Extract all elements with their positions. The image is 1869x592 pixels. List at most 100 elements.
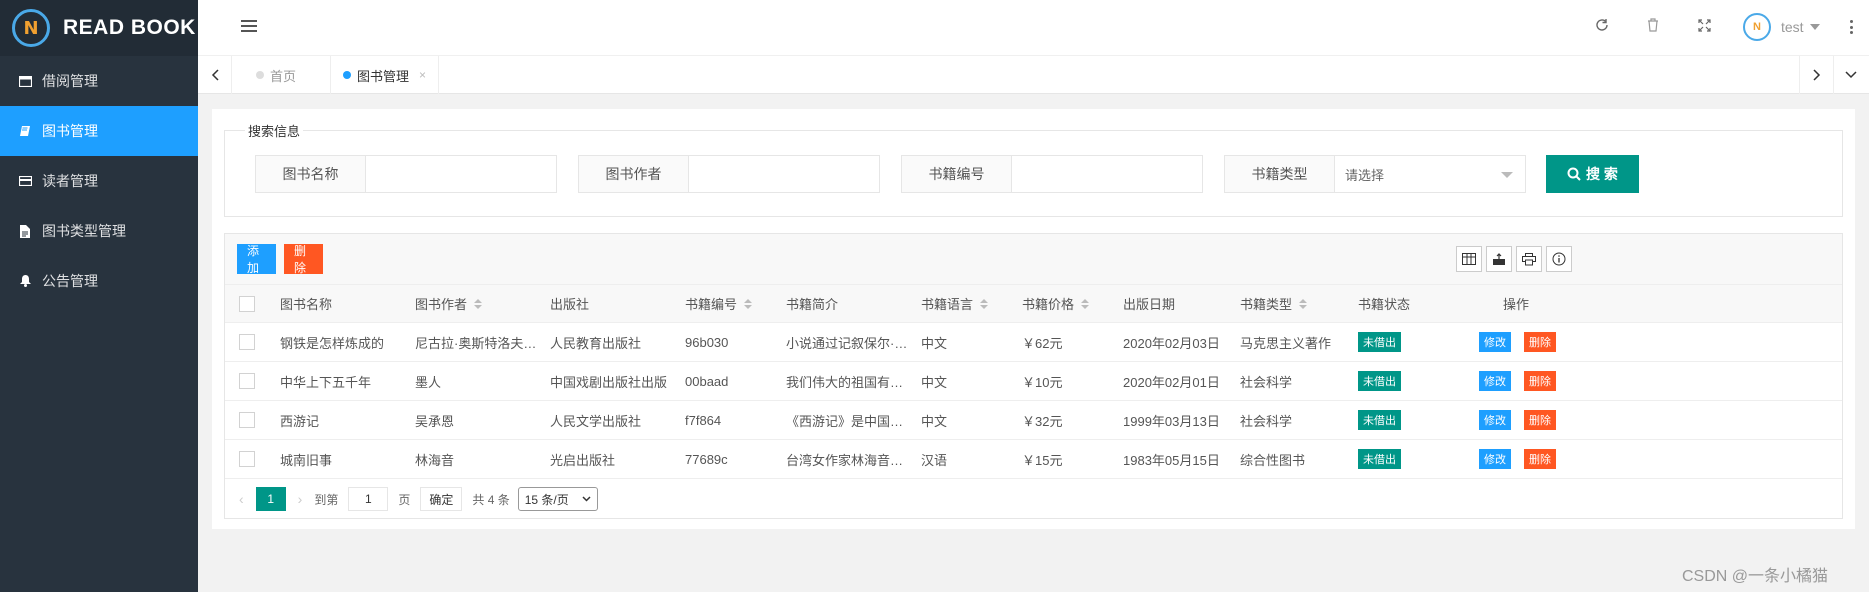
more-vertical-icon[interactable] [1850,18,1856,36]
tab-book-management[interactable]: 图书管理 × [330,56,440,94]
app-title: READ BOOK [63,16,196,39]
goto-page-input[interactable]: 1 [348,487,389,511]
sidebar-item-readers[interactable]: 读者管理 [0,156,198,206]
trash-icon[interactable] [1644,18,1662,36]
search-button[interactable]: 搜 索 [1546,155,1639,193]
col-header-sortable[interactable]: 书籍编号 [685,285,753,322]
fullscreen-icon[interactable] [1695,18,1713,36]
tabs-scroll-left-icon[interactable] [198,56,232,94]
sidebar-item-books[interactable]: 图书管理 [0,106,198,156]
cell-publisher: 光启出版社 [550,452,616,468]
field-label: 图书名称 [256,156,366,192]
sidebar-item-notices[interactable]: 公告管理 [0,256,198,306]
book-author-input[interactable] [689,156,879,192]
goto-prefix: 到第 [314,492,339,507]
cell-date: 1999年03月13日 [1123,413,1220,429]
col-header: 书籍状态 [1358,297,1411,312]
next-page-icon[interactable]: › [298,491,303,507]
cell-name: 中华上下五千年 [280,374,372,390]
export-icon[interactable] [1486,246,1512,272]
per-page-select[interactable]: 15 条/页 [517,487,598,511]
goto-confirm-button[interactable]: 确定 [420,487,463,511]
select-all-cell [239,285,255,322]
status-badge: 未借出 [1358,410,1401,430]
col-header-sortable[interactable]: 图书作者 [415,285,483,322]
delete-button[interactable]: 删除 [1524,332,1556,352]
delete-button[interactable]: 删除 [1524,371,1556,391]
field-label: 书籍编号 [902,156,1012,192]
cell-lang: 中文 [921,374,948,390]
prev-page-icon[interactable]: ‹ [239,491,244,507]
info-icon[interactable] [1546,246,1572,272]
select-placeholder: 请选择 [1345,167,1385,183]
edit-button[interactable]: 修改 [1479,410,1511,430]
delete-button[interactable]: 删除 [1524,410,1556,430]
col-header: 书籍简介 [786,297,839,312]
sidebar-item-borrow[interactable]: 借阅管理 [0,56,198,106]
col-header-sortable[interactable]: 书籍价格 [1022,285,1090,322]
logo[interactable]: N READ BOOK [0,0,198,56]
cell-publisher: 人民教育出版社 [550,335,642,351]
logo-icon: N [12,9,50,47]
edit-button[interactable]: 修改 [1479,371,1511,391]
cell-intro: 我们伟大的祖国有… [786,374,904,390]
user-menu[interactable]: N test [1743,13,1820,41]
main-content: 搜索信息 图书名称 图书作者 书籍编号 书籍类型 请选择 搜 索 添加 删除 图… [212,109,1855,529]
book-code-field: 书籍编号 [901,155,1203,193]
columns-filter-icon[interactable] [1456,246,1482,272]
tabs-menu-chevron-down-icon[interactable] [1833,56,1867,94]
add-button[interactable]: 添加 [237,244,276,275]
status-badge: 未借出 [1358,449,1401,469]
edit-button[interactable]: 修改 [1479,332,1511,352]
cell-author: 墨人 [415,374,442,390]
book-code-input[interactable] [1012,156,1202,192]
user-name: test [1781,19,1804,35]
per-page-value: 15 条/页 [524,492,569,507]
sort-icon [744,298,753,309]
cell-code: 00baad [685,373,729,389]
field-label: 书籍类型 [1225,156,1335,192]
table-row: 西游记 吴承恩 人民文学出版社 f7f864 《西游记》是中国… 中文 ￥32元… [225,401,1842,440]
cell-publisher: 中国戏剧出版社出版 [550,374,668,390]
print-icon[interactable] [1516,246,1542,272]
row-checkbox[interactable] [239,373,255,389]
caret-down-icon [1809,24,1820,30]
cell-name: 城南旧事 [280,452,333,468]
edit-button[interactable]: 修改 [1479,449,1511,469]
sort-icon [1081,298,1090,309]
delete-button[interactable]: 删除 [1524,449,1556,469]
cell-lang: 中文 [921,413,948,429]
search-button-label: 搜 索 [1586,166,1618,182]
col-header: 出版社 [550,297,590,312]
cell-date: 1983年05月15日 [1123,452,1220,468]
row-checkbox[interactable] [239,451,255,467]
row-checkbox[interactable] [239,412,255,428]
sidebar-item-label: 图书管理 [42,123,98,139]
tab-home[interactable]: 首页 [244,56,308,94]
sidebar-item-book-types[interactable]: 图书类型管理 [0,206,198,256]
cell-code: 96b030 [685,334,729,350]
cell-author: 吴承恩 [415,413,455,429]
cell-intro: 《西游记》是中国… [786,413,904,429]
batch-delete-button[interactable]: 删除 [284,244,323,275]
tab-dot [343,71,351,79]
tabs-scroll-right-icon[interactable] [1799,56,1833,94]
book-icon [18,124,32,138]
col-header-sortable[interactable]: 书籍类型 [1240,285,1308,322]
row-checkbox[interactable] [239,334,255,350]
cell-type: 马克思主义著作 [1240,335,1332,351]
book-type-select[interactable]: 请选择 [1335,156,1525,192]
tab-dot [256,71,264,79]
col-header: 操作 [1503,297,1530,312]
avatar: N [1743,13,1771,41]
book-name-input[interactable] [366,156,556,192]
select-all-checkbox[interactable] [239,295,255,312]
cell-type: 社会科学 [1240,374,1293,390]
cell-intro: 台湾女作家林海音… [786,452,904,468]
refresh-icon[interactable] [1593,18,1611,36]
menu-toggle-icon[interactable] [241,20,257,34]
page-number-current[interactable]: 1 [255,487,286,511]
status-badge: 未借出 [1358,371,1401,391]
close-icon[interactable]: × [419,68,426,82]
col-header-sortable[interactable]: 书籍语言 [921,285,989,322]
